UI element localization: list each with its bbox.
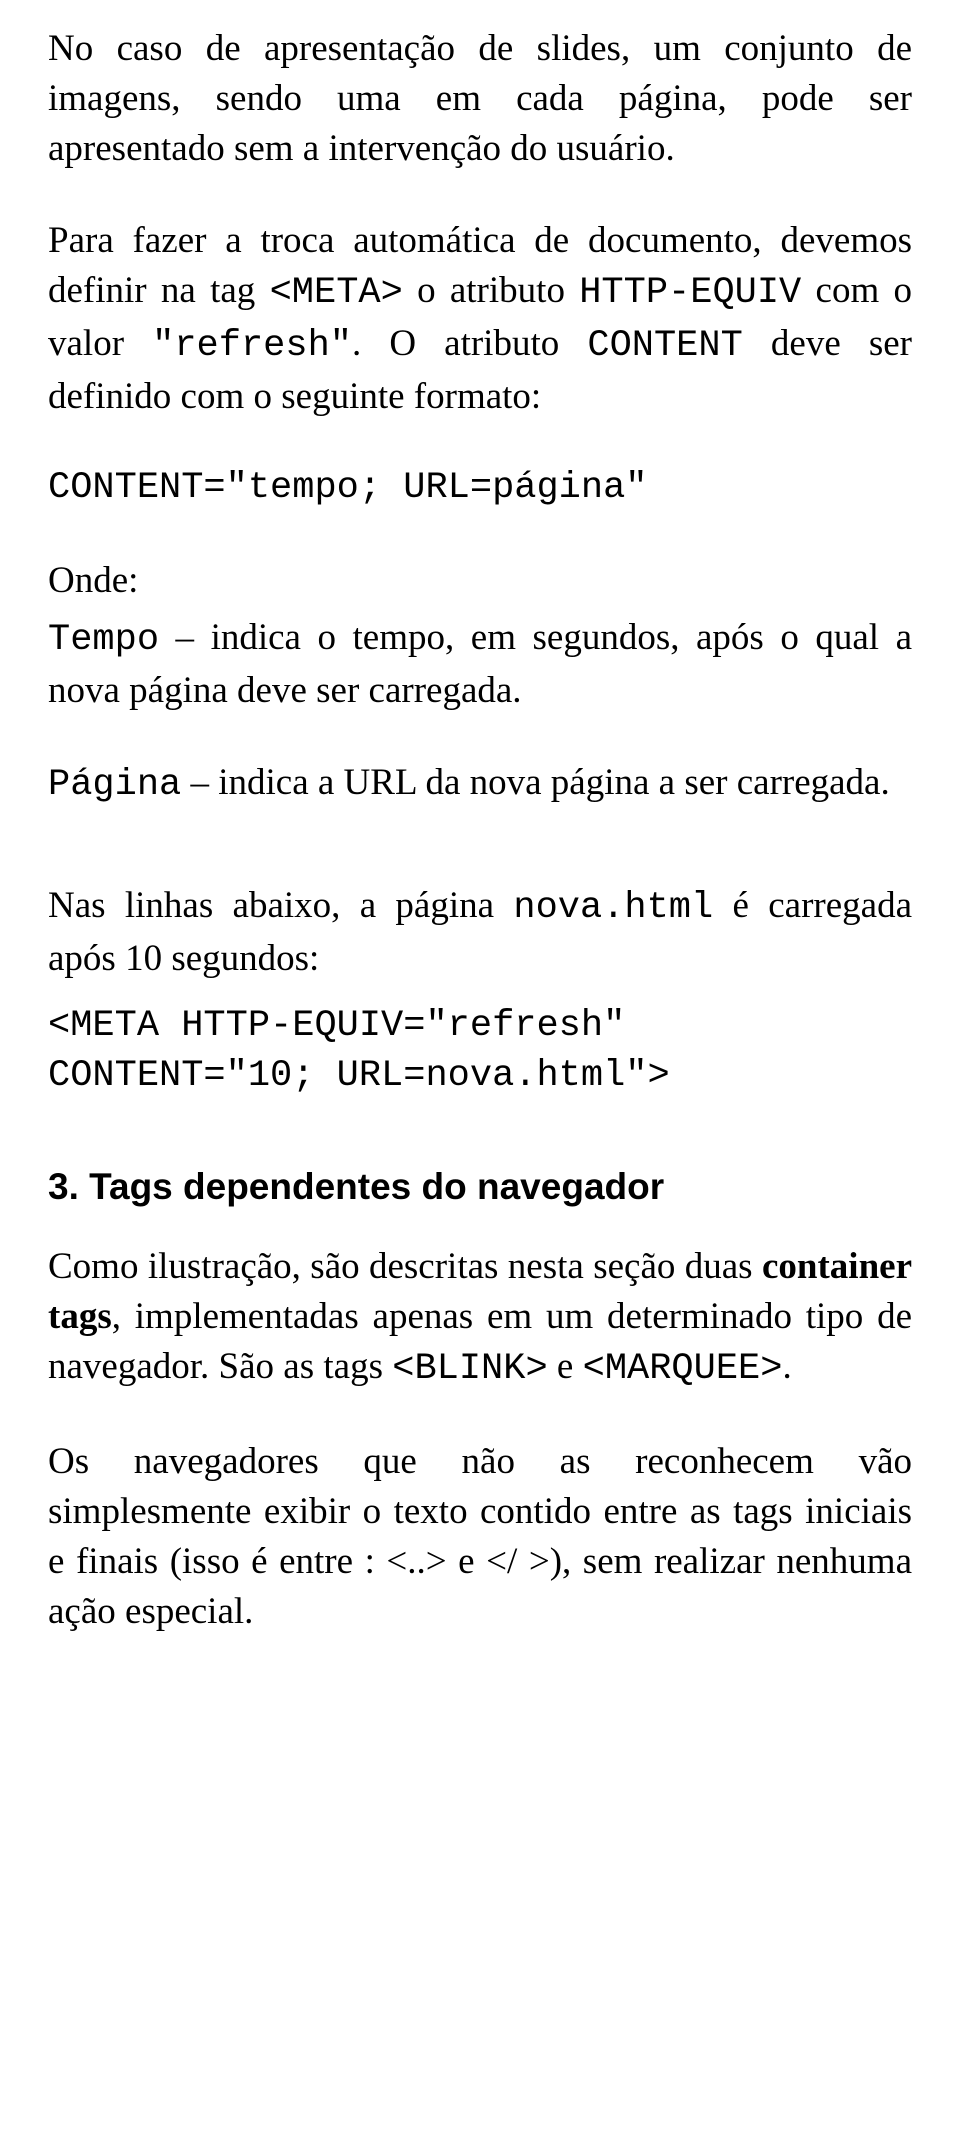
text: Como ilustração, são descritas nesta seç…: [48, 1246, 762, 1287]
text: . O atributo: [352, 323, 587, 364]
paragraph-pagina: Página – indica a URL da nova página a s…: [48, 758, 912, 811]
code-inline-http-equiv: HTTP-EQUIV: [579, 272, 801, 314]
paragraph-intro: No caso de apresentação de slides, um co…: [48, 24, 912, 174]
paragraph-container-tags: Como ilustração, são descritas nesta seç…: [48, 1242, 912, 1395]
code-inline-nova: nova.html: [513, 887, 713, 929]
heading-3: 3. Tags dependentes do navegador: [48, 1162, 912, 1212]
code-inline-content: CONTENT: [587, 325, 742, 367]
text: – indica o tempo, em segundos, após o qu…: [48, 617, 912, 711]
code-inline-pagina: Página: [48, 764, 181, 806]
paragraph-tempo: Tempo – indica o tempo, em segundos, apó…: [48, 613, 912, 716]
code-inline-tempo: Tempo: [48, 619, 159, 661]
text: e: [548, 1346, 583, 1387]
paragraph-nova-html: Nas linhas abaixo, a página nova.html é …: [48, 881, 912, 984]
code-inline-meta: <META>: [270, 272, 403, 314]
code-block-content-format: CONTENT="tempo; URL=página": [48, 464, 912, 514]
paragraph-browsers-note: Os navegadores que não as reconhecem vão…: [48, 1437, 912, 1637]
code-inline-blink: <BLINK>: [392, 1348, 547, 1390]
text: Nas linhas abaixo, a página: [48, 885, 513, 926]
text: – indica a URL da nova página a ser carr…: [181, 762, 890, 803]
text: .: [782, 1346, 791, 1387]
code-inline-marquee: <MARQUEE>: [583, 1348, 783, 1390]
label-onde: Onde:: [48, 556, 912, 606]
paragraph-meta-explain: Para fazer a troca automática de documen…: [48, 216, 912, 422]
text: o atributo: [403, 270, 579, 311]
code-inline-refresh: "refresh": [152, 325, 352, 367]
code-block-meta-example: <META HTTP-EQUIV="refresh" CONTENT="10; …: [48, 1002, 912, 1102]
